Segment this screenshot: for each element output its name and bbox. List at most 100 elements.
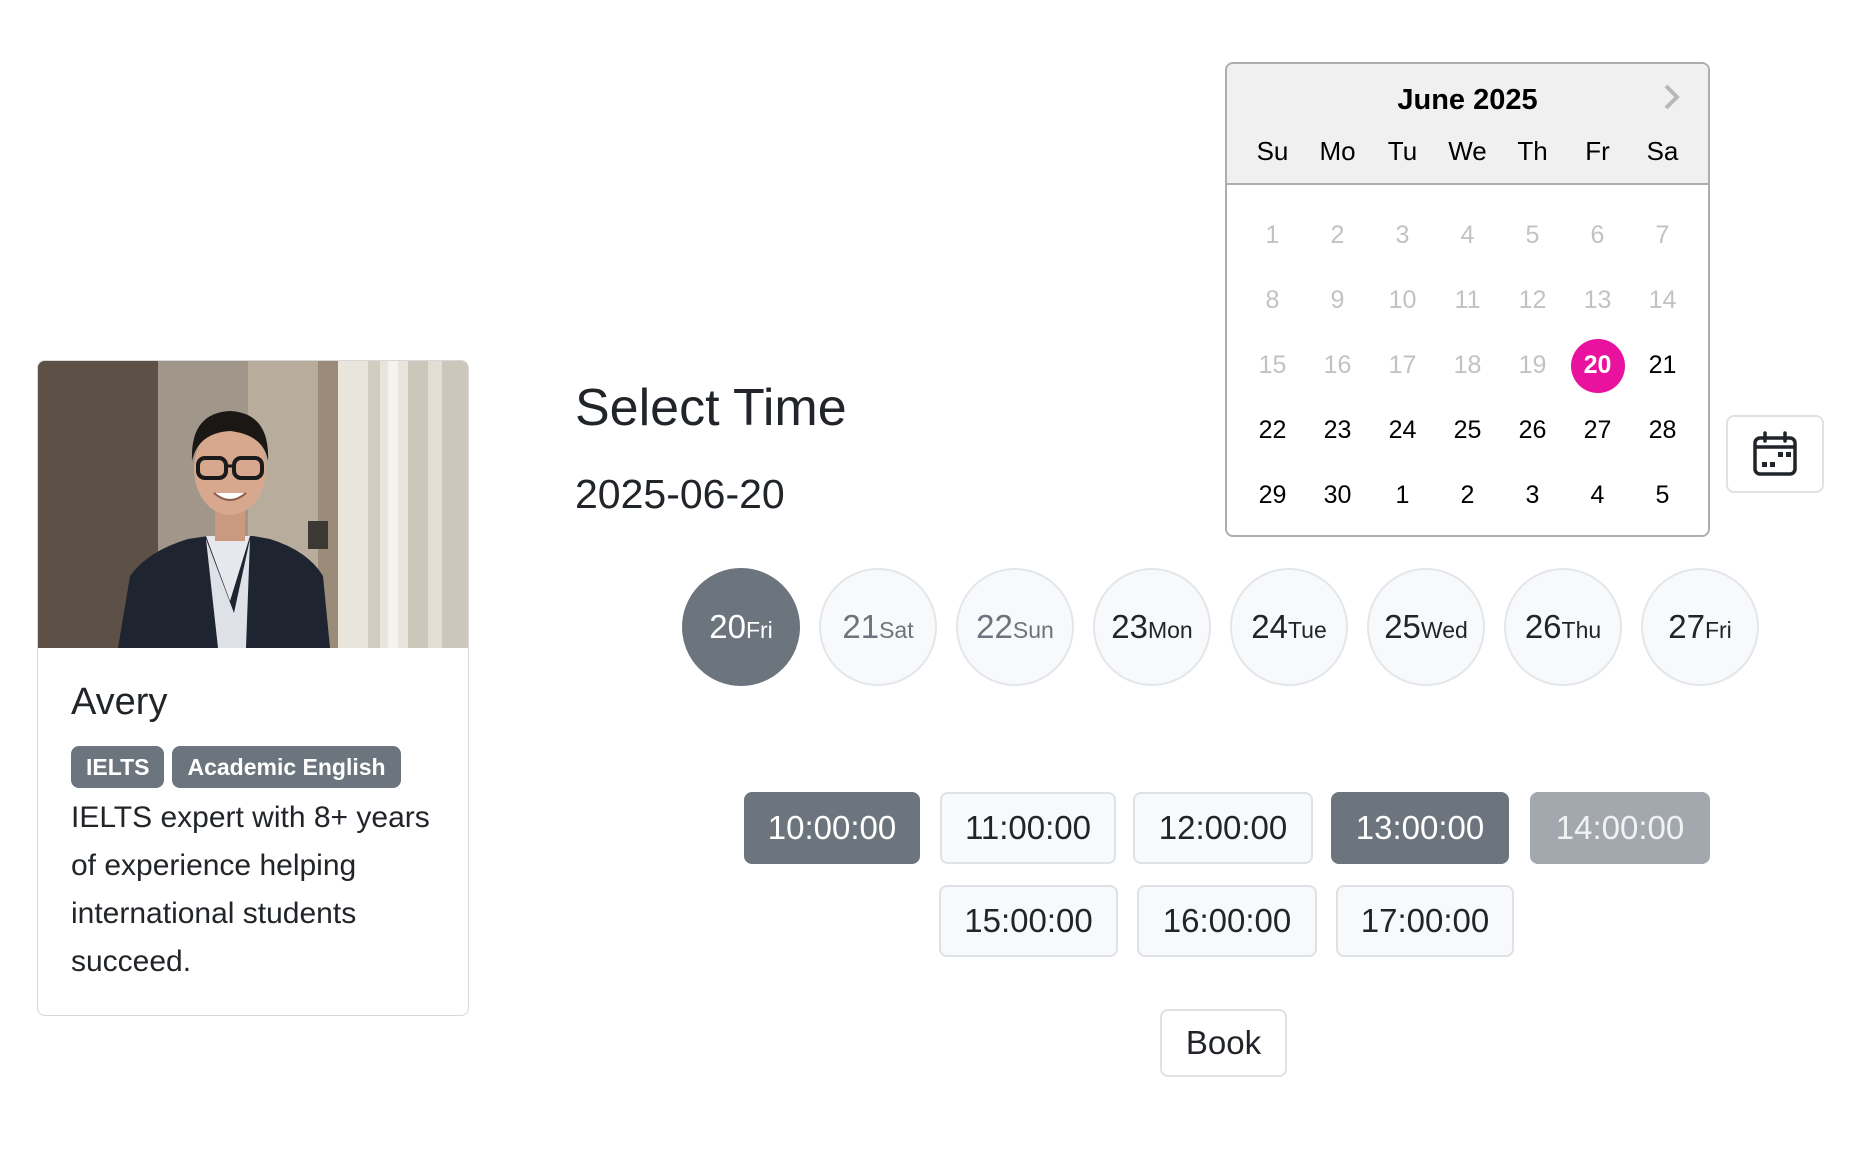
- calendar-day-number: 24: [1388, 416, 1417, 444]
- calendar-day-number: 1: [1395, 481, 1410, 509]
- day-chip-weekday: Wed: [1420, 617, 1468, 643]
- tutor-name: Avery: [71, 681, 168, 723]
- time-slot-button[interactable]: 12:00:00: [1133, 792, 1313, 864]
- calendar-day-number: 21: [1648, 351, 1677, 379]
- calendar-day[interactable]: 30: [1305, 463, 1370, 528]
- day-chip-number: 23: [1111, 608, 1148, 645]
- calendar-day[interactable]: 26: [1500, 398, 1565, 463]
- calendar-day-number: 10: [1388, 286, 1417, 314]
- calendar-day-number: 27: [1583, 416, 1612, 444]
- calendar-day[interactable]: 24: [1370, 398, 1435, 463]
- calendar-day[interactable]: 27: [1565, 398, 1630, 463]
- chevron-right-icon[interactable]: [1656, 82, 1686, 112]
- time-slot-button[interactable]: 15:00:00: [939, 885, 1118, 957]
- calendar-day: 10: [1370, 268, 1435, 333]
- day-chip-weekday: Thu: [1561, 617, 1602, 643]
- tutor-tags: IELTS Academic English: [71, 746, 435, 788]
- calendar-day[interactable]: 29: [1240, 463, 1305, 528]
- calendar-day[interactable]: 22: [1240, 398, 1305, 463]
- day-chip-weekday: Fri: [745, 617, 773, 643]
- calendar-day: 8: [1240, 268, 1305, 333]
- day-chip[interactable]: 23 Mon: [1093, 568, 1211, 686]
- calendar-day-number: 2: [1330, 221, 1345, 249]
- calendar-day: 13: [1565, 268, 1630, 333]
- calendar-day-number: 11: [1454, 286, 1481, 314]
- calendar-day[interactable]: 5: [1630, 463, 1695, 528]
- time-slot-button[interactable]: 16:00:00: [1137, 885, 1317, 957]
- calendar-day-number: 14: [1648, 286, 1677, 314]
- day-chip-number: 22: [976, 608, 1013, 645]
- calendar-day-number: 22: [1258, 416, 1287, 444]
- weekday-label: Tu: [1387, 136, 1418, 166]
- calendar-day: 12: [1500, 268, 1565, 333]
- weekday-label: Sa: [1646, 136, 1679, 166]
- day-chip-number: 20: [709, 608, 746, 645]
- calendar-day-number: 26: [1518, 416, 1547, 444]
- day-chip[interactable]: 20 Fri: [682, 568, 800, 686]
- weekday-label: Mo: [1319, 136, 1356, 166]
- day-chip-number: 21: [842, 608, 880, 645]
- calendar-day: 14: [1630, 268, 1695, 333]
- calendar-day-number: 28: [1648, 416, 1677, 444]
- calendar-day-number: 3: [1525, 481, 1540, 509]
- page-title: Select Time: [575, 379, 847, 437]
- calendar-day: 4: [1435, 203, 1500, 268]
- calendar-days-grid: 1 2 3 4 5 6 7 8 9 10 11 12 13 14 15 16 17 18 19 20 21 22 23 24 2…: [1240, 203, 1695, 528]
- calendar-day[interactable]: 28: [1630, 398, 1695, 463]
- calendar-day: 1: [1240, 203, 1305, 268]
- calendar-day[interactable]: 21: [1630, 333, 1695, 398]
- day-chip-weekday: Fri: [1704, 617, 1732, 643]
- calendar-day-number: 4: [1590, 481, 1605, 509]
- calendar-day: 5: [1500, 203, 1565, 268]
- calendar-day[interactable]: 23: [1305, 398, 1370, 463]
- calendar-header: June 2025 Su Mo Tu We Th Fr Sa: [1227, 64, 1708, 185]
- calendar-day: 2: [1305, 203, 1370, 268]
- calendar-day-number: 13: [1583, 286, 1612, 314]
- day-chip[interactable]: 27 Fri: [1641, 568, 1759, 686]
- day-chip[interactable]: 26 Thu: [1504, 568, 1622, 686]
- time-slot-button[interactable]: 10:00:00: [744, 792, 920, 864]
- calendar-day: 18: [1435, 333, 1500, 398]
- calendar-day: 6: [1565, 203, 1630, 268]
- book-button[interactable]: Book: [1160, 1009, 1287, 1077]
- day-chip[interactable]: 22 Sun: [956, 568, 1074, 686]
- weekday-label: Fr: [1585, 136, 1610, 166]
- calendar-day[interactable]: 3: [1500, 463, 1565, 528]
- calendar-day-selected[interactable]: 20: [1565, 333, 1630, 398]
- calendar-day: 19: [1500, 333, 1565, 398]
- calendar-day: 15: [1240, 333, 1305, 398]
- calendar-day-number: 5: [1655, 481, 1670, 509]
- day-chip-number: 25: [1384, 608, 1421, 645]
- time-slot-button: 14:00:00: [1530, 792, 1710, 864]
- tag-academic-english: Academic English: [172, 746, 401, 788]
- calendar-day-number: 17: [1388, 351, 1417, 379]
- calendar-day-number: 18: [1453, 351, 1482, 379]
- calendar-day-number: 7: [1655, 221, 1670, 249]
- day-chip[interactable]: 25 Wed: [1367, 568, 1485, 686]
- calendar-day[interactable]: 25: [1435, 398, 1500, 463]
- calendar-day[interactable]: 4: [1565, 463, 1630, 528]
- tag-ielts: IELTS: [71, 746, 165, 788]
- time-slot-button[interactable]: 11:00:00: [940, 792, 1116, 864]
- calendar-day[interactable]: 1: [1370, 463, 1435, 528]
- day-chip[interactable]: 24 Tue: [1230, 568, 1348, 686]
- calendar-day: 3: [1370, 203, 1435, 268]
- date-picker-popup: June 2025 Su Mo Tu We Th Fr Sa 1 2 3 4 5 6 7 8 9 10 11 12…: [1225, 62, 1710, 537]
- calendar-day-number: 2: [1460, 481, 1475, 509]
- day-chip[interactable]: 21 Sat: [819, 568, 937, 686]
- calendar-day-number: 29: [1258, 481, 1287, 509]
- selected-date: 2025-06-20: [575, 471, 785, 517]
- calendar-day: 9: [1305, 268, 1370, 333]
- calendar-day: 17: [1370, 333, 1435, 398]
- calendar-toggle-button[interactable]: [1726, 415, 1824, 493]
- calendar-day[interactable]: 2: [1435, 463, 1500, 528]
- weekday-label: Su: [1256, 136, 1289, 166]
- weekday-label: Th: [1517, 136, 1548, 166]
- time-slot-button[interactable]: 17:00:00: [1336, 885, 1514, 957]
- calendar-icon: [1753, 431, 1797, 476]
- calendar-day-number: 23: [1323, 416, 1352, 444]
- calendar-day-number: 30: [1323, 481, 1352, 509]
- calendar-day-number: 6: [1590, 221, 1605, 249]
- tutor-bio: IELTS expert with 8+ years of experience…: [71, 801, 430, 978]
- day-chip-weekday: Sat: [879, 617, 914, 643]
